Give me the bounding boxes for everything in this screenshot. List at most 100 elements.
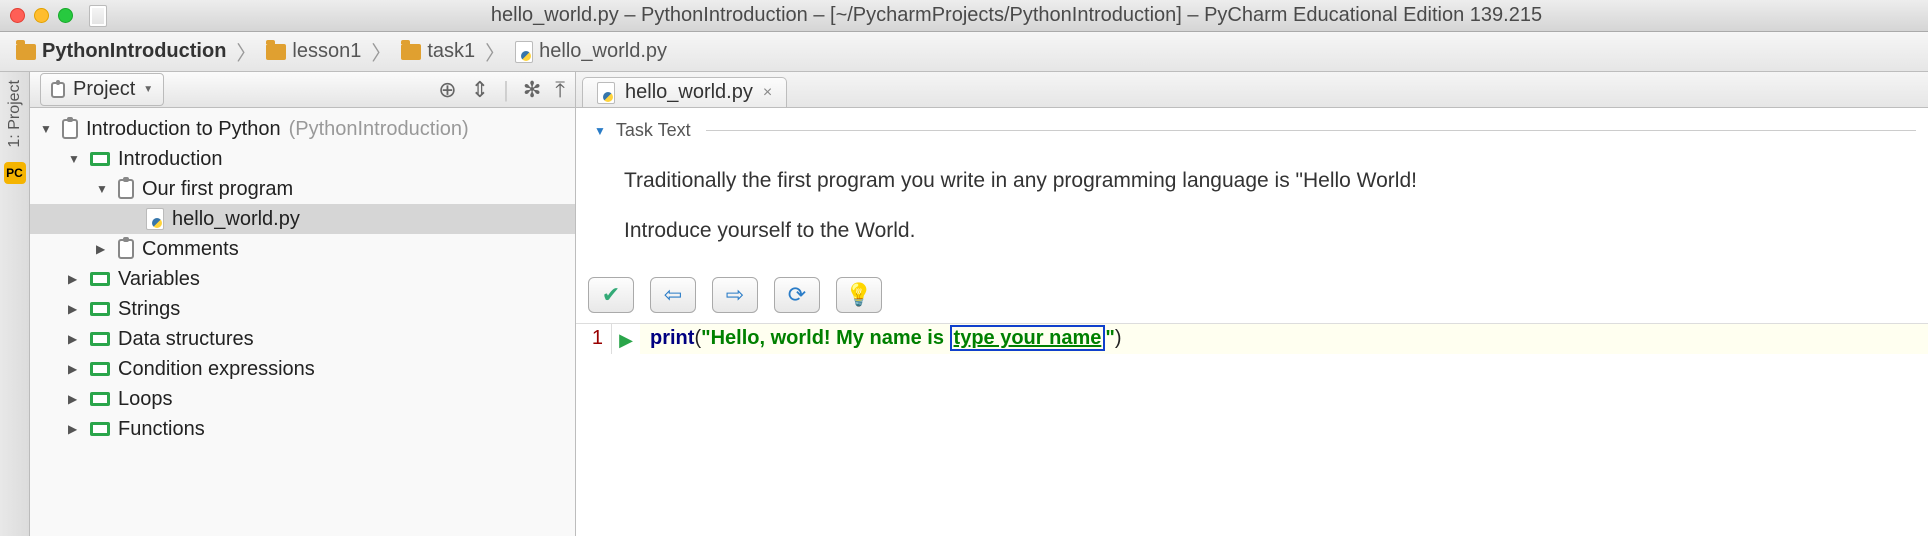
code-line[interactable]: print("Hello, world! My name is type you…	[640, 324, 1928, 354]
window-title: hello_world.py – PythonIntroduction – [~…	[115, 4, 1918, 27]
hint-button[interactable]: 💡	[836, 277, 882, 313]
tree-node[interactable]: hello_world.py	[30, 204, 575, 234]
tree-label: Introduction to Python	[86, 118, 281, 141]
tree-node[interactable]: ▶ Condition expressions	[30, 354, 575, 384]
course-icon	[62, 119, 78, 139]
python-file-icon	[515, 41, 533, 63]
task-text: Traditionally the first program you writ…	[594, 141, 1910, 259]
breadcrumb-label: lesson1	[292, 40, 361, 63]
tree-label: Condition expressions	[118, 358, 315, 381]
tree-node[interactable]: ▶ Comments	[30, 234, 575, 264]
tree-label: Introduction	[118, 148, 223, 171]
tree-node[interactable]: ▼Our first program	[30, 174, 575, 204]
tree-label: Loops	[118, 388, 173, 411]
gutter-line-number: 1	[576, 324, 612, 354]
tree-node[interactable]: ▶ Functions	[30, 414, 575, 444]
disclosure-icon[interactable]: ▼	[68, 152, 82, 166]
project-toolbar: ⊕ ⇕ | ✻ ⤒	[438, 77, 565, 103]
tree-node[interactable]: ▼ Introduction	[30, 144, 575, 174]
next-task-button[interactable]: ⇨	[712, 277, 758, 313]
divider	[706, 130, 1916, 131]
task-toolbar: ✔ ⇦ ⇨ ⟳ 💡	[576, 271, 1928, 323]
python-file-icon	[597, 82, 615, 104]
project-tool-button[interactable]: 1: Project	[6, 80, 24, 148]
task-line: Introduce yourself to the World.	[624, 211, 1902, 251]
prev-task-button[interactable]: ⇦	[650, 277, 696, 313]
tree-node[interactable]: ▶ Strings	[30, 294, 575, 324]
tree-node[interactable]: ▶ Loops	[30, 384, 575, 414]
lesson-icon	[90, 332, 110, 346]
run-icon[interactable]: ▶	[619, 326, 633, 354]
disclosure-icon[interactable]: ▶	[68, 362, 82, 376]
code-editor[interactable]: 1 ▶ print("Hello, world! My name is type…	[576, 323, 1928, 354]
close-tab-icon[interactable]: ×	[763, 84, 772, 102]
code-keyword: print	[650, 327, 694, 349]
project-panel: Project ▼ ⊕ ⇕ | ✻ ⤒ ▼ Introduction to Py…	[30, 72, 576, 536]
window-controls	[10, 8, 73, 23]
tree-root[interactable]: ▼ Introduction to Python (PythonIntroduc…	[30, 114, 575, 144]
folder-icon	[266, 44, 286, 60]
pycharm-logo-icon[interactable]: PC	[4, 162, 26, 184]
code-placeholder[interactable]: type your name	[950, 325, 1106, 351]
zoom-icon[interactable]	[58, 8, 73, 23]
tree-label: Variables	[118, 268, 200, 291]
close-icon[interactable]	[10, 8, 25, 23]
disclosure-icon[interactable]: ▶	[68, 302, 82, 316]
breadcrumb: PythonIntroduction 〉 lesson1 〉 task1 〉 h…	[0, 32, 1928, 72]
separator: |	[503, 77, 509, 103]
collapse-all-icon[interactable]: ⇕	[471, 77, 489, 103]
task-title: Task Text	[616, 120, 691, 141]
scroll-to-source-icon[interactable]: ⊕	[438, 77, 456, 103]
tree-label: Functions	[118, 418, 205, 441]
project-view-selector[interactable]: Project ▼	[40, 73, 164, 106]
disclosure-icon[interactable]: ▶	[68, 332, 82, 346]
lesson-icon	[90, 152, 110, 166]
disclosure-icon[interactable]: ▼	[40, 122, 54, 136]
editor-tab[interactable]: hello_world.py ×	[582, 77, 787, 107]
task-line: Traditionally the first program you writ…	[624, 161, 1902, 201]
editor-area: hello_world.py × ▼ Task Text Traditional…	[576, 72, 1928, 536]
chevron-right-icon: 〉	[236, 37, 256, 66]
chevron-down-icon: ▼	[143, 84, 153, 95]
breadcrumb-item-task[interactable]: task1	[397, 38, 479, 65]
minimize-icon[interactable]	[34, 8, 49, 23]
disclosure-icon[interactable]: ▶	[68, 422, 82, 436]
lesson-icon	[90, 422, 110, 436]
panel-title: Project	[73, 78, 135, 101]
project-tree[interactable]: ▼ Introduction to Python (PythonIntroduc…	[30, 108, 575, 536]
hide-icon[interactable]: ⤒	[555, 77, 565, 103]
disclosure-icon[interactable]: ▶	[68, 272, 82, 286]
code-string: "Hello, world! My name is	[701, 327, 949, 349]
tree-label: Comments	[142, 238, 239, 261]
task-icon	[118, 179, 134, 199]
file-icon	[89, 5, 107, 27]
project-icon	[51, 82, 65, 98]
breadcrumb-label: task1	[427, 40, 475, 63]
chevron-right-icon: 〉	[485, 37, 505, 66]
lesson-icon	[90, 392, 110, 406]
tree-node[interactable]: ▶Data structures	[30, 324, 575, 354]
check-task-button[interactable]: ✔	[588, 277, 634, 313]
run-gutter[interactable]: ▶	[612, 324, 640, 354]
folder-icon	[401, 44, 421, 60]
project-panel-header: Project ▼ ⊕ ⇕ | ✻ ⤒	[30, 72, 575, 108]
chevron-down-icon: ▼	[594, 124, 606, 138]
code-string: "	[1105, 327, 1114, 349]
tree-node[interactable]: ▶ Variables	[30, 264, 575, 294]
breadcrumb-item-file[interactable]: hello_world.py	[511, 38, 671, 65]
disclosure-icon[interactable]: ▶	[96, 242, 110, 256]
breadcrumb-item-lesson[interactable]: lesson1	[262, 38, 365, 65]
tool-window-bar: 1: Project PC	[0, 72, 30, 536]
tree-label: Strings	[118, 298, 180, 321]
gear-icon[interactable]: ✻	[523, 77, 541, 103]
chevron-right-icon: 〉	[371, 37, 391, 66]
editor-tabstrip: hello_world.py ×	[576, 72, 1928, 108]
tree-label: hello_world.py	[172, 208, 300, 231]
breadcrumb-item-project[interactable]: PythonIntroduction	[12, 38, 230, 65]
tab-label: hello_world.py	[625, 81, 753, 104]
task-panel: ▼ Task Text Traditionally the first prog…	[576, 108, 1928, 271]
task-icon	[118, 239, 134, 259]
disclosure-icon[interactable]: ▼	[96, 182, 110, 196]
disclosure-icon[interactable]: ▶	[68, 392, 82, 406]
refresh-task-button[interactable]: ⟳	[774, 277, 820, 313]
